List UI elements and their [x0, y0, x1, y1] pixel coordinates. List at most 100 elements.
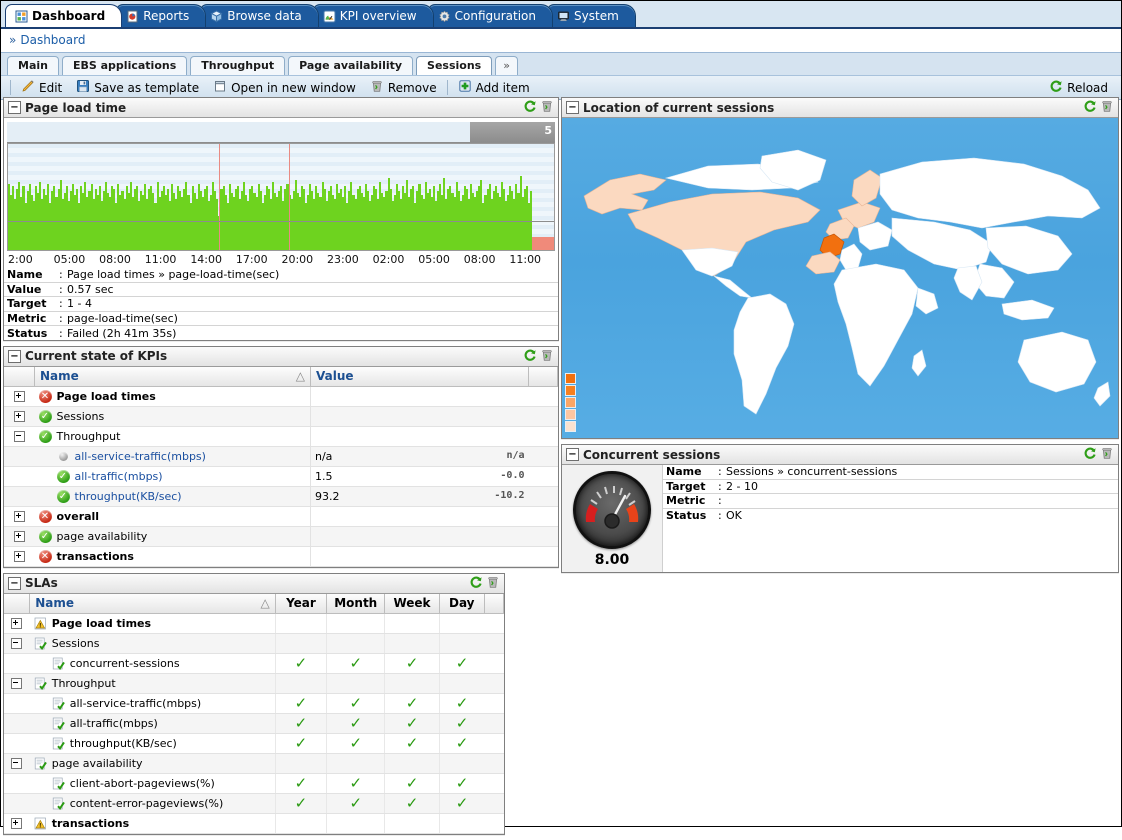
sla-spacer-cell — [484, 613, 504, 634]
reload-button[interactable]: Reload — [1042, 77, 1115, 98]
table-row[interactable]: transactions — [4, 813, 504, 834]
check-icon: ✓ — [405, 793, 419, 812]
row-expander-cell[interactable] — [4, 613, 30, 634]
table-row[interactable]: content-error-pageviews(%) ✓ ✓ ✓ ✓ — [4, 793, 504, 814]
dashboard-tab-page-availability[interactable]: Page availability — [288, 56, 414, 75]
nav-tab-reports[interactable]: Reports — [116, 4, 207, 27]
row-expander-cell[interactable] — [4, 506, 35, 527]
table-row[interactable]: ✓ all-traffic(mbps) 1.5 -0.0 — [4, 466, 558, 487]
collapse-toggle-concurrent-sessions[interactable]: − — [566, 448, 579, 461]
expand-icon[interactable] — [11, 818, 23, 830]
table-row[interactable]: throughput(KB/sec) ✓ ✓ ✓ ✓ — [4, 733, 504, 754]
table-row[interactable]: all-service-traffic(mbps) n/a n/a — [4, 446, 558, 467]
table-row[interactable]: client-abort-pageviews(%) ✓ ✓ ✓ ✓ — [4, 773, 504, 794]
panel-delete-icon[interactable] — [486, 575, 500, 592]
nav-tab-dashboard[interactable]: Dashboard — [5, 4, 123, 27]
collapse-icon[interactable] — [11, 758, 23, 770]
nav-tab-system[interactable]: System — [547, 4, 636, 27]
check-icon: ✓ — [349, 733, 363, 752]
row-expander-cell[interactable] — [4, 633, 30, 654]
kpi-spacer-cell — [528, 486, 558, 507]
collapse-icon[interactable] — [11, 638, 23, 650]
panel-delete-icon[interactable] — [540, 348, 554, 365]
table-row[interactable]: ✓ Throughput — [4, 426, 558, 447]
sla-col-week-label: Week — [393, 596, 431, 611]
table-row[interactable]: ✕ overall — [4, 506, 558, 527]
kpi-label[interactable]: throughput(KB/sec) — [75, 490, 182, 503]
row-expander-cell[interactable] — [4, 546, 35, 567]
save-as-template-button[interactable]: Save as template — [69, 77, 206, 98]
expand-icon[interactable] — [13, 551, 25, 563]
collapse-toggle-page-load-time[interactable]: − — [8, 101, 21, 114]
collapse-toggle-slas[interactable]: − — [8, 576, 21, 590]
table-row[interactable]: ✕ Page load times — [4, 386, 558, 407]
table-row[interactable]: ✓ Sessions — [4, 406, 558, 427]
world-map[interactable] — [562, 118, 1118, 438]
range-selection-block[interactable] — [470, 122, 555, 142]
sla-col-week[interactable]: Week — [384, 593, 440, 614]
panel-refresh-icon[interactable] — [523, 348, 537, 365]
sla-col-name[interactable]: Name △ — [29, 593, 276, 614]
dashboard-tab-more[interactable]: » — [495, 56, 518, 75]
table-row[interactable]: all-traffic(mbps) ✓ ✓ ✓ ✓ — [4, 713, 504, 734]
chart-x-axis: 2:00 05:00 08:00 11:00 14:00 17:00 20:00 23:00 0… — [7, 251, 555, 268]
open-in-new-window-button[interactable]: Open in new window — [206, 77, 363, 98]
dashboard-tab-ebs-applications[interactable]: EBS applications — [61, 56, 188, 75]
row-expander-cell[interactable] — [4, 406, 35, 427]
table-row[interactable]: ✓ throughput(KB/sec) 93.2 -10.2 — [4, 486, 558, 507]
panel-header: − Location of current sessions — [562, 98, 1118, 118]
collapse-icon[interactable] — [11, 678, 23, 690]
nav-tab-configuration[interactable]: Configuration — [427, 4, 554, 27]
sla-col-month[interactable]: Month — [326, 593, 386, 614]
expand-icon[interactable] — [11, 618, 23, 630]
row-expander-cell[interactable] — [4, 426, 35, 447]
row-expander-cell[interactable] — [4, 813, 30, 834]
sla-col-day[interactable]: Day — [439, 593, 485, 614]
kpi-label[interactable]: all-service-traffic(mbps) — [75, 450, 206, 463]
nav-tab-browse-data[interactable]: Browse data — [200, 4, 319, 27]
row-expander-cell[interactable] — [4, 386, 35, 407]
table-row[interactable]: concurrent-sessions ✓ ✓ ✓ ✓ — [4, 653, 504, 674]
table-row[interactable]: ✕ transactions — [4, 546, 558, 567]
nav-tab-kpi-overview[interactable]: KPI overview — [312, 4, 434, 27]
panel-delete-icon[interactable] — [1100, 446, 1114, 463]
remove-button[interactable]: Remove — [363, 77, 444, 98]
warning-icon — [34, 817, 47, 830]
edit-button[interactable]: Edit — [14, 77, 69, 98]
dashboard-tab-sessions[interactable]: Sessions — [416, 56, 493, 75]
table-row[interactable]: Throughput — [4, 673, 504, 694]
collapse-icon[interactable] — [13, 431, 25, 443]
chart-range-selector[interactable]: 5 — [7, 122, 555, 143]
collapse-toggle-location[interactable]: − — [566, 101, 579, 114]
row-expander-cell[interactable] — [4, 753, 30, 774]
table-row[interactable]: Page load times — [4, 613, 504, 634]
expand-icon[interactable] — [13, 391, 25, 403]
panel-delete-icon[interactable] — [1100, 99, 1114, 116]
expand-icon[interactable] — [13, 531, 25, 543]
sla-col-year[interactable]: Year — [275, 593, 328, 614]
breadcrumb-link-dashboard[interactable]: Dashboard — [20, 33, 85, 47]
table-row[interactable]: page availability — [4, 753, 504, 774]
panel-refresh-icon[interactable] — [1083, 99, 1097, 116]
kpi-col-value[interactable]: Value — [310, 366, 529, 387]
table-row[interactable]: ✓ page availability — [4, 526, 558, 547]
kpi-label[interactable]: all-traffic(mbps) — [75, 470, 163, 483]
row-expander-cell[interactable] — [4, 673, 30, 694]
kpi-col-name[interactable]: Name △ — [34, 366, 311, 387]
table-row[interactable]: all-service-traffic(mbps) ✓ ✓ ✓ ✓ — [4, 693, 504, 714]
add-item-button[interactable]: Add item — [451, 77, 537, 98]
table-row[interactable]: Sessions — [4, 633, 504, 654]
row-expander-cell — [4, 773, 30, 794]
expand-icon[interactable] — [13, 411, 25, 423]
dashboard-tab-main[interactable]: Main — [7, 56, 59, 75]
panel-delete-icon[interactable] — [540, 99, 554, 116]
dashboard-tab-throughput[interactable]: Throughput — [190, 56, 286, 75]
collapse-toggle-kpis[interactable]: − — [8, 349, 21, 363]
panel-refresh-icon[interactable] — [1083, 446, 1097, 463]
expand-icon[interactable] — [13, 511, 25, 523]
panel-refresh-icon[interactable] — [523, 99, 537, 116]
report-page-icon — [126, 10, 139, 23]
panel-refresh-icon[interactable] — [469, 575, 483, 592]
row-expander-cell[interactable] — [4, 526, 35, 547]
page-load-time-chart[interactable] — [7, 143, 555, 251]
